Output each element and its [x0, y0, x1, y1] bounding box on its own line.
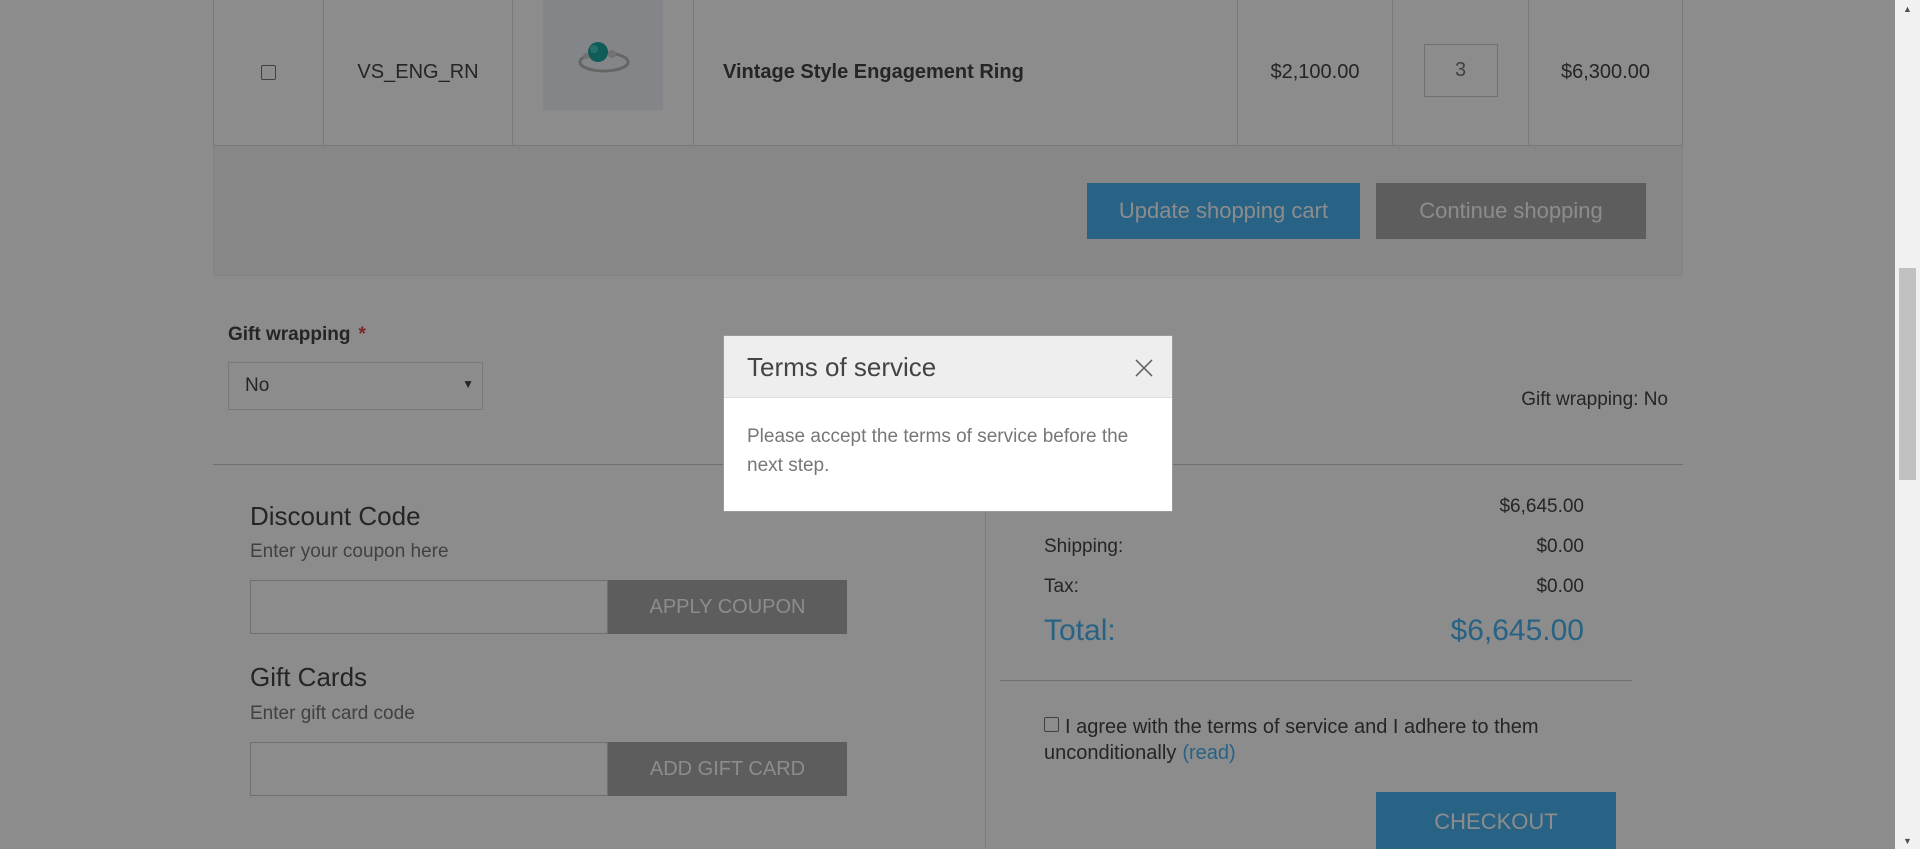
dialog-message: Please accept the terms of service befor… — [747, 426, 1129, 476]
vertical-scrollbar[interactable]: ▲ ▼ — [1895, 0, 1920, 849]
dialog-title: Terms of service — [747, 352, 937, 382]
scroll-down-arrow-icon[interactable]: ▼ — [1895, 832, 1920, 849]
terms-dialog: Terms of service Please accept the terms… — [723, 335, 1173, 512]
dialog-header: Terms of service — [724, 336, 1172, 398]
scrollbar-thumb[interactable] — [1899, 268, 1916, 480]
close-icon[interactable] — [1134, 358, 1154, 378]
scroll-up-arrow-icon[interactable]: ▲ — [1895, 0, 1920, 17]
